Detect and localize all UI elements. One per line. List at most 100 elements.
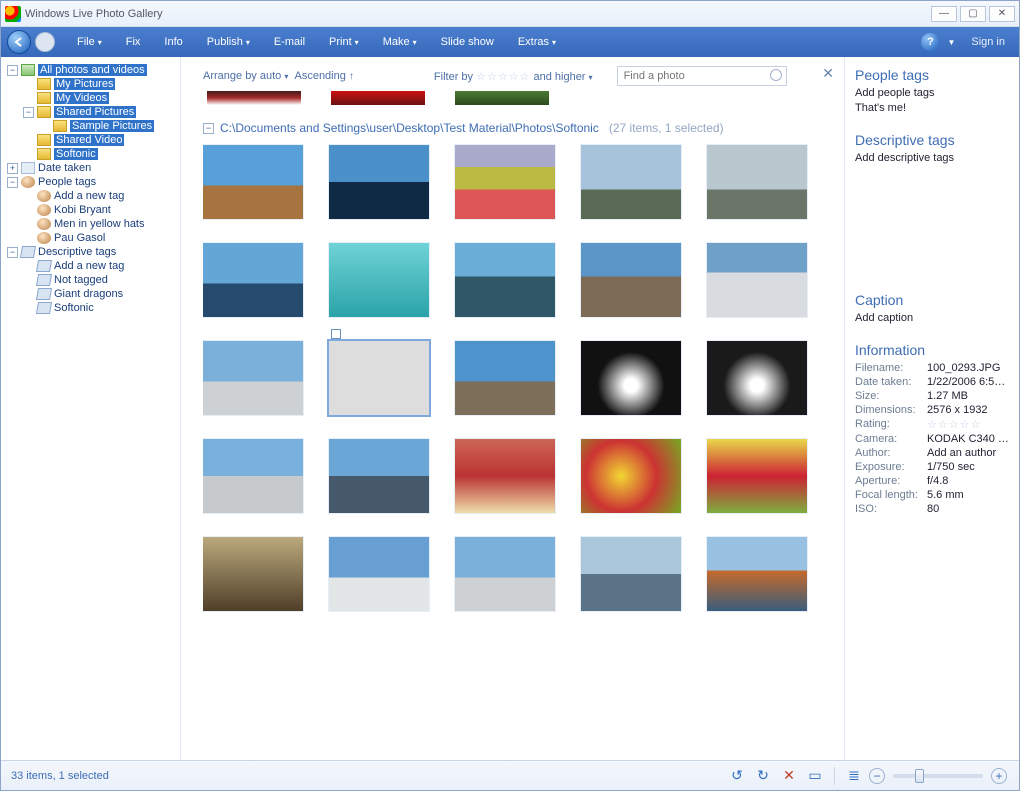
tree-item[interactable]: Sample Pictures bbox=[5, 119, 176, 133]
thumbnail[interactable] bbox=[329, 439, 429, 513]
menu-fix[interactable]: Fix bbox=[114, 27, 153, 57]
info-row: ISO:80 bbox=[855, 503, 1009, 515]
thumbnail[interactable] bbox=[329, 145, 429, 219]
tree-tag[interactable]: Kobi Bryant bbox=[5, 203, 176, 217]
help-icon[interactable]: ? bbox=[921, 33, 939, 51]
info-pane: People tags Add people tags That's me! D… bbox=[844, 57, 1019, 760]
tree-descriptive[interactable]: −Descriptive tags bbox=[5, 245, 176, 259]
thumbnail[interactable] bbox=[455, 341, 555, 415]
thumbnail[interactable] bbox=[455, 145, 555, 219]
rotate-ccw-icon[interactable]: ↺ bbox=[728, 767, 746, 785]
tree-people-tags[interactable]: −People tags bbox=[5, 175, 176, 189]
thumbnail[interactable] bbox=[581, 145, 681, 219]
zoom-out-button[interactable]: − bbox=[869, 768, 885, 784]
info-row: Author:Add an author bbox=[855, 447, 1009, 459]
thumbnail[interactable] bbox=[203, 145, 303, 219]
thumbnail[interactable] bbox=[707, 145, 807, 219]
thumbnail[interactable] bbox=[329, 341, 429, 415]
tree-tag[interactable]: Add a new tag bbox=[5, 189, 176, 203]
back-button[interactable] bbox=[7, 30, 31, 54]
thumbnail[interactable] bbox=[581, 537, 681, 611]
tree-item[interactable]: My Pictures bbox=[5, 77, 176, 91]
thumbnail[interactable] bbox=[329, 537, 429, 611]
sidebar: −All photos and videos My Pictures My Vi… bbox=[1, 57, 181, 760]
people-tags-title: People tags bbox=[855, 67, 1009, 83]
status-text: 33 items, 1 selected bbox=[11, 770, 724, 782]
forward-button[interactable] bbox=[35, 32, 55, 52]
tree-tag[interactable]: Pau Gasol bbox=[5, 231, 176, 245]
thumbnail[interactable] bbox=[707, 243, 807, 317]
info-row: Aperture:f/4.8 bbox=[855, 475, 1009, 487]
menu-make[interactable]: Make▾ bbox=[371, 27, 429, 57]
add-descriptive-tags[interactable]: Add descriptive tags bbox=[855, 152, 1009, 164]
tree-tag[interactable]: Men in yellow hats bbox=[5, 217, 176, 231]
zoom-slider[interactable] bbox=[893, 774, 983, 778]
tree-item[interactable]: My Videos bbox=[5, 91, 176, 105]
thumbnail[interactable] bbox=[329, 243, 429, 317]
close-panel-icon[interactable]: ✕ bbox=[822, 65, 834, 82]
info-row: Size:1.27 MB bbox=[855, 390, 1009, 402]
thumbnail[interactable] bbox=[203, 243, 303, 317]
group-header[interactable]: − C:\Documents and Settings\user\Desktop… bbox=[203, 121, 832, 135]
info-row: Dimensions:2576 x 1932 bbox=[855, 404, 1009, 416]
navbar: File▾FixInfoPublish▾E-mailPrint▾Make▾Sli… bbox=[1, 27, 1019, 57]
search-input[interactable] bbox=[617, 66, 787, 86]
thats-me[interactable]: That's me! bbox=[855, 102, 1009, 114]
info-row: Date taken:1/22/2006 6:50 PM bbox=[855, 376, 1009, 388]
menu-extras[interactable]: Extras▾ bbox=[506, 27, 568, 57]
group-path: C:\Documents and Settings\user\Desktop\T… bbox=[220, 121, 599, 135]
display-icon[interactable]: ▭ bbox=[806, 767, 824, 785]
maximize-button[interactable]: ▢ bbox=[960, 6, 986, 22]
thumbnail[interactable] bbox=[581, 243, 681, 317]
info-row: Focal length:5.6 mm bbox=[855, 489, 1009, 501]
info-row: Camera:KODAK C340 ZOOM ... bbox=[855, 433, 1009, 445]
add-caption[interactable]: Add caption bbox=[855, 312, 1009, 324]
thumbnail[interactable] bbox=[707, 537, 807, 611]
minimize-button[interactable]: — bbox=[931, 6, 957, 22]
add-people-tags[interactable]: Add people tags bbox=[855, 87, 1009, 99]
thumbnail[interactable] bbox=[707, 439, 807, 513]
titlebar: Windows Live Photo Gallery — ▢ ✕ bbox=[1, 1, 1019, 27]
thumbnail[interactable] bbox=[203, 341, 303, 415]
menu-print[interactable]: Print▾ bbox=[317, 27, 371, 57]
delete-icon[interactable]: ✕ bbox=[780, 767, 798, 785]
search-wrap bbox=[617, 66, 787, 86]
caption-title: Caption bbox=[855, 292, 1009, 308]
menu-info[interactable]: Info bbox=[152, 27, 194, 57]
filter-by-button[interactable]: Filter by ☆☆☆☆☆ and higher ▾ bbox=[434, 70, 593, 83]
close-button[interactable]: ✕ bbox=[989, 6, 1015, 22]
info-title: Information bbox=[855, 342, 1009, 358]
details-view-icon[interactable]: ≣ bbox=[845, 767, 863, 785]
group-count: (27 items, 1 selected) bbox=[609, 121, 724, 135]
arrange-by-button[interactable]: Arrange by auto ▾ Ascending ↑ bbox=[203, 70, 354, 82]
window-title: Windows Live Photo Gallery bbox=[25, 8, 928, 20]
app-icon bbox=[5, 6, 21, 22]
tree-item[interactable]: Shared Video bbox=[5, 133, 176, 147]
tree-date-taken[interactable]: +Date taken bbox=[5, 161, 176, 175]
sign-in-link[interactable]: Sign in bbox=[963, 36, 1013, 48]
menu-e-mail[interactable]: E-mail bbox=[262, 27, 317, 57]
thumbnail[interactable] bbox=[203, 439, 303, 513]
rotate-cw-icon[interactable]: ↻ bbox=[754, 767, 772, 785]
tree-root[interactable]: −All photos and videos bbox=[5, 63, 176, 77]
tree-tag[interactable]: Add a new tag bbox=[5, 259, 176, 273]
tree-item[interactable]: −Shared Pictures bbox=[5, 105, 176, 119]
thumbnail[interactable] bbox=[203, 537, 303, 611]
tree-tag[interactable]: Not tagged bbox=[5, 273, 176, 287]
menu-file[interactable]: File▾ bbox=[65, 27, 114, 57]
thumbnail[interactable] bbox=[581, 341, 681, 415]
zoom-in-button[interactable]: + bbox=[991, 768, 1007, 784]
tree-tag[interactable]: Giant dragons bbox=[5, 287, 176, 301]
tree-tag[interactable]: Softonic bbox=[5, 301, 176, 315]
thumbnail[interactable] bbox=[707, 341, 807, 415]
thumbnail[interactable] bbox=[581, 439, 681, 513]
thumbnail[interactable] bbox=[455, 439, 555, 513]
menu-publish[interactable]: Publish▾ bbox=[195, 27, 262, 57]
tree-item[interactable]: Softonic bbox=[5, 147, 176, 161]
thumbnail[interactable] bbox=[455, 243, 555, 317]
gallery-scroll[interactable]: − C:\Documents and Settings\user\Desktop… bbox=[203, 91, 840, 760]
thumbnail[interactable] bbox=[455, 537, 555, 611]
info-row: Exposure:1/750 sec bbox=[855, 461, 1009, 473]
menu-slide-show[interactable]: Slide show bbox=[429, 27, 506, 57]
search-icon bbox=[770, 69, 782, 81]
